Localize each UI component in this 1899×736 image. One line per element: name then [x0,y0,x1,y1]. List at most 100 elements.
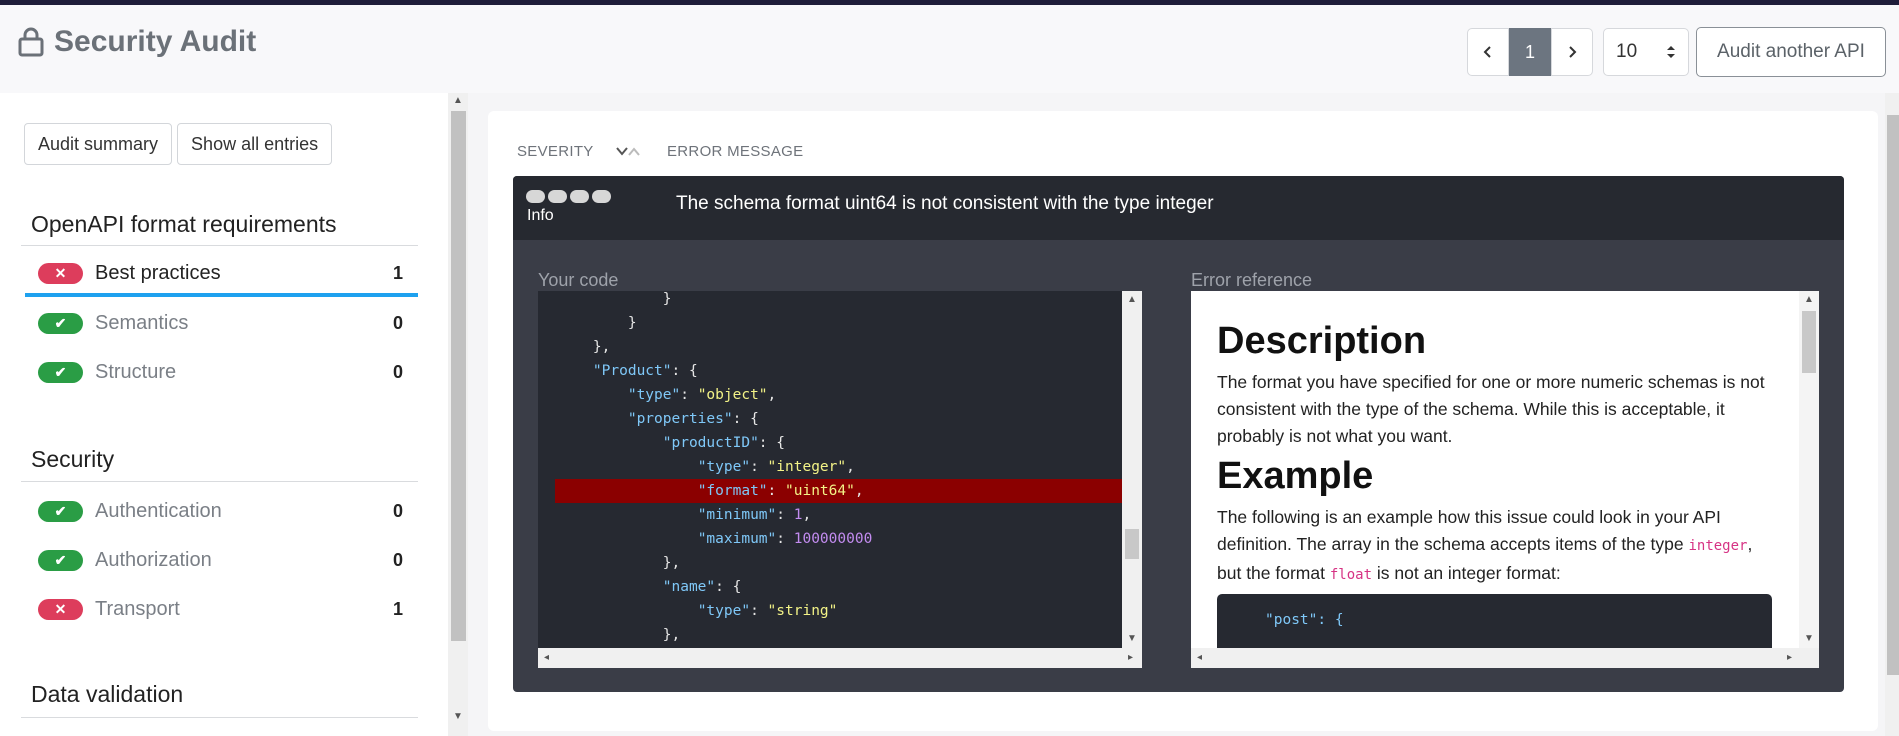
code-scrollbar[interactable]: ▲ ▼ [1122,291,1142,648]
code-line: }, [558,339,611,355]
sidebar-item-label: Best practices [95,261,221,284]
code-line: "properties": { [627,411,759,427]
sidebar-item-authentication[interactable]: ✔ Authentication 0 [25,489,418,533]
code-line: "minimum": 1, [697,507,812,523]
page-title: Security Audit [18,25,256,59]
scrollbar-thumb[interactable] [1887,115,1899,675]
your-code-label: Your code [538,270,619,290]
severity-dots-icon [526,190,614,203]
code-line: } [558,291,672,307]
audit-summary-button[interactable]: Audit summary [24,123,173,165]
page-size-value: 10 [1616,41,1638,62]
chevron-left-icon [1483,46,1491,58]
issue-header[interactable]: Info The schema format uint64 is not con… [513,176,1844,240]
column-header-error-message[interactable]: ERROR MESSAGE [667,143,803,160]
sidebar-item-semantics[interactable]: ✔ Semantics 0 [25,301,418,345]
sidebar-item-label: Structure [95,360,177,383]
code-line: "maximum": 100000000 [697,531,873,547]
pagination: 1 10 Audit another API [1467,27,1886,77]
pass-badge: ✔ [38,500,83,522]
example-code-line: "post": { [1265,612,1344,628]
code-viewer: } } }, "Product": { "type": "object", "p… [538,291,1142,668]
page-scrollbar[interactable] [1885,93,1899,736]
section-title-data-validation: Data validation [31,681,184,707]
sidebar-item-best-practices[interactable]: ✕ Best practices 1 [25,253,418,297]
reference-scrollbar[interactable]: ▲ ▼ [1799,291,1819,648]
description-text: The format you have specified for one or… [1217,372,1765,446]
scroll-down-arrow-icon[interactable]: ▼ [1804,633,1814,644]
example-heading: Example [1217,455,1374,497]
pass-badge: ✔ [38,549,83,571]
scrollbar-thumb[interactable] [1802,311,1816,373]
scroll-down-arrow-icon[interactable]: ▼ [453,711,463,722]
scroll-left-arrow-icon[interactable]: ◂ [1197,652,1202,663]
scrollbar-thumb[interactable] [1125,529,1139,559]
divider [21,245,418,246]
description-heading: Description [1217,320,1427,362]
highlighted-code-line: "format": "uint64", [555,479,1122,503]
code-line: "productID": { [662,435,785,451]
error-reference-viewer: Description The format you have specifie… [1191,291,1819,668]
code-line: "Product": { [592,363,698,379]
divider [21,481,418,482]
pass-badge: ✔ [38,361,83,383]
issue-panel: Info The schema format uint64 is not con… [513,176,1844,692]
severity-label: Info [527,207,554,224]
issue-count: 1 [392,598,403,619]
show-all-entries-button[interactable]: Show all entries [177,123,333,165]
sidebar-item-structure[interactable]: ✔ Structure 0 [25,350,418,394]
inline-code-float: float [1329,567,1373,583]
fail-badge: ✕ [38,262,83,284]
lock-icon [18,27,44,57]
fail-badge: ✕ [38,598,83,620]
column-header-severity[interactable]: SEVERITY [517,143,594,160]
current-page-button[interactable]: 1 [1509,28,1551,76]
inline-code-integer: integer [1688,538,1748,554]
example-text: The following is an example how this iss… [1217,504,1773,589]
error-message: The schema format uint64 is not consiste… [676,193,1214,214]
sidebar-item-authorization[interactable]: ✔ Authorization 0 [25,538,418,582]
prev-page-button[interactable] [1467,28,1509,76]
reference-horizontal-scrollbar[interactable]: ◂ ▸ [1191,648,1819,668]
code-line: }, [558,627,681,643]
code-horizontal-scrollbar[interactable]: ◂ ▸ [538,648,1142,668]
scroll-up-arrow-icon[interactable]: ▲ [453,95,463,106]
sidebar-item-transport[interactable]: ✕ Transport 1 [25,587,418,631]
scroll-right-arrow-icon[interactable]: ▸ [1787,652,1792,663]
sort-toggle-icon[interactable] [615,145,645,159]
code-line: } [558,315,637,331]
code-line: "type": "object", [627,387,777,403]
next-page-button[interactable] [1551,28,1593,76]
scroll-down-arrow-icon[interactable]: ▼ [1127,633,1137,644]
sidebar-item-label: Authentication [95,499,222,522]
sidebar-item-label: Transport [95,597,180,620]
code-line: }, [558,555,681,571]
page-size-select[interactable]: 10 [1603,28,1689,76]
section-title-security: Security [31,446,115,472]
scroll-left-arrow-icon[interactable]: ◂ [544,652,549,663]
page-header: Security Audit 1 10 Audit another API [0,5,1899,93]
sort-arrows-icon [1667,46,1675,58]
section-title-openapi: OpenAPI format requirements [31,211,337,237]
scroll-up-arrow-icon[interactable]: ▲ [1804,294,1814,305]
scroll-right-arrow-icon[interactable]: ▸ [1128,652,1133,663]
sidebar-scrollbar[interactable]: ▲ ▼ [448,93,468,736]
issue-count: 0 [392,549,403,570]
sidebar-item-label: Semantics [95,311,189,334]
issue-count: 0 [392,312,403,333]
sidebar: Audit summary Show all entries OpenAPI f… [0,93,448,736]
example-text-part: is not an integer format: [1376,563,1561,583]
scroll-up-arrow-icon[interactable]: ▲ [1127,294,1137,305]
divider [21,717,418,718]
error-reference-label: Error reference [1191,270,1313,290]
sidebar-item-label: Authorization [95,548,212,571]
chevron-right-icon [1569,46,1577,58]
page-title-text: Security Audit [54,25,257,58]
scrollbar-thumb[interactable] [451,111,466,641]
issue-count: 0 [392,361,403,382]
code-line: "name": { [662,579,742,595]
code-line: "type": "integer", [697,459,855,475]
code-line: "type": "string" [697,603,838,619]
pass-badge: ✔ [38,312,83,334]
audit-another-api-button[interactable]: Audit another API [1696,27,1886,77]
